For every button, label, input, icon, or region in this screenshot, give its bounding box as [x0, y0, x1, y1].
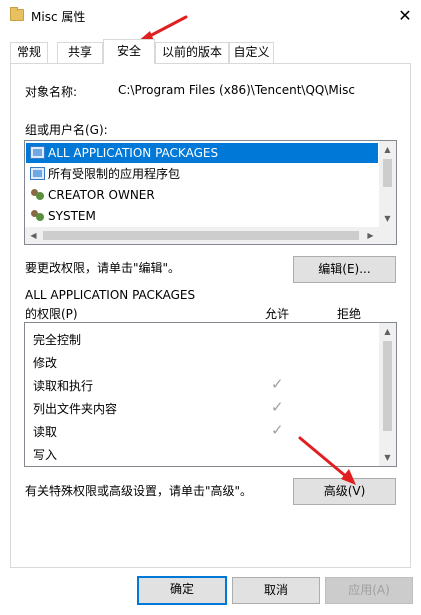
- annotation-arrows: [136, 15, 356, 485]
- tab-security[interactable]: 安全: [103, 39, 155, 64]
- arrow-to-advanced-button-icon: [298, 436, 356, 485]
